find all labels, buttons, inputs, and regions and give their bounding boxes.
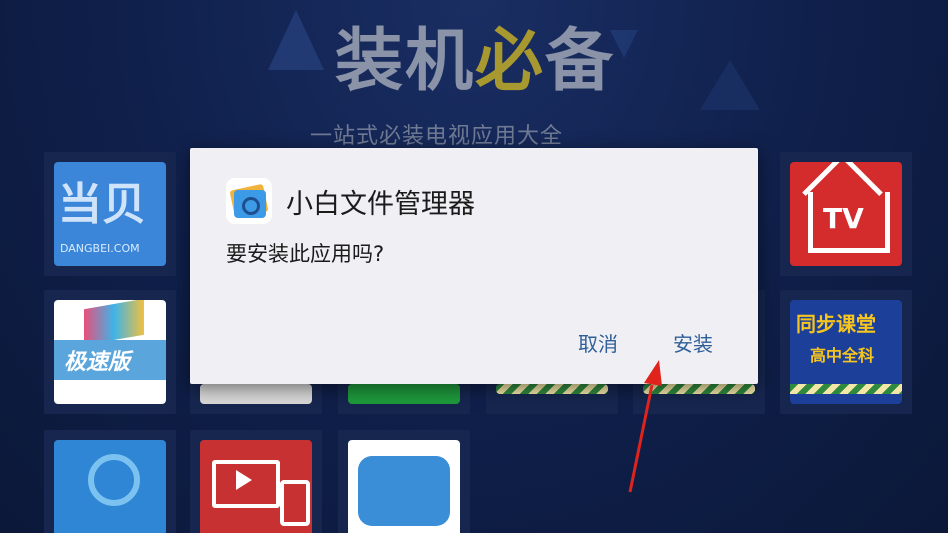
phone-icon <box>280 480 310 526</box>
jisu-label: 极速版 <box>64 350 131 375</box>
ribbon-graphic <box>84 300 144 346</box>
tv-label: TV <box>823 202 864 235</box>
app-tile-jisu[interactable]: 极速版 <box>44 290 176 414</box>
install-question: 要安装此应用吗? <box>226 242 385 266</box>
install-button[interactable]: 安装 <box>673 328 713 357</box>
hero-title: 装机必备 <box>335 22 616 101</box>
cloud-icon <box>358 456 450 526</box>
app-tile-dangbei[interactable]: 当贝 DANGBEI.COM <box>44 152 176 276</box>
decor-triangle <box>268 10 324 70</box>
app-name: 小白文件管理器 <box>286 189 475 220</box>
app-tile-tv[interactable]: TV <box>780 152 912 276</box>
app-tile-video[interactable] <box>190 430 322 533</box>
cancel-button[interactable]: 取消 <box>578 328 618 357</box>
dangbei-url: DANGBEI.COM <box>60 242 140 255</box>
stripe-decor <box>790 384 902 394</box>
file-manager-app-icon <box>226 178 272 224</box>
app-tile-cloud[interactable] <box>338 430 470 533</box>
decor-triangle <box>700 60 760 110</box>
dangbei-logo-text: 当贝 <box>58 179 146 230</box>
lens-icon <box>88 454 140 506</box>
gaozhong-label: 高中全科 <box>810 346 875 365</box>
play-icon <box>236 470 252 490</box>
tongbuke-label: 同步课堂 <box>796 312 876 336</box>
install-dialog: 小白文件管理器 要安装此应用吗? 取消 安装 <box>190 148 758 384</box>
app-tile-tongbuke[interactable]: 同步课堂 高中全科 <box>780 290 912 414</box>
app-tile-file-manager[interactable] <box>44 430 176 533</box>
hero-subtitle: 一站式必装电视应用大全 <box>310 124 564 149</box>
